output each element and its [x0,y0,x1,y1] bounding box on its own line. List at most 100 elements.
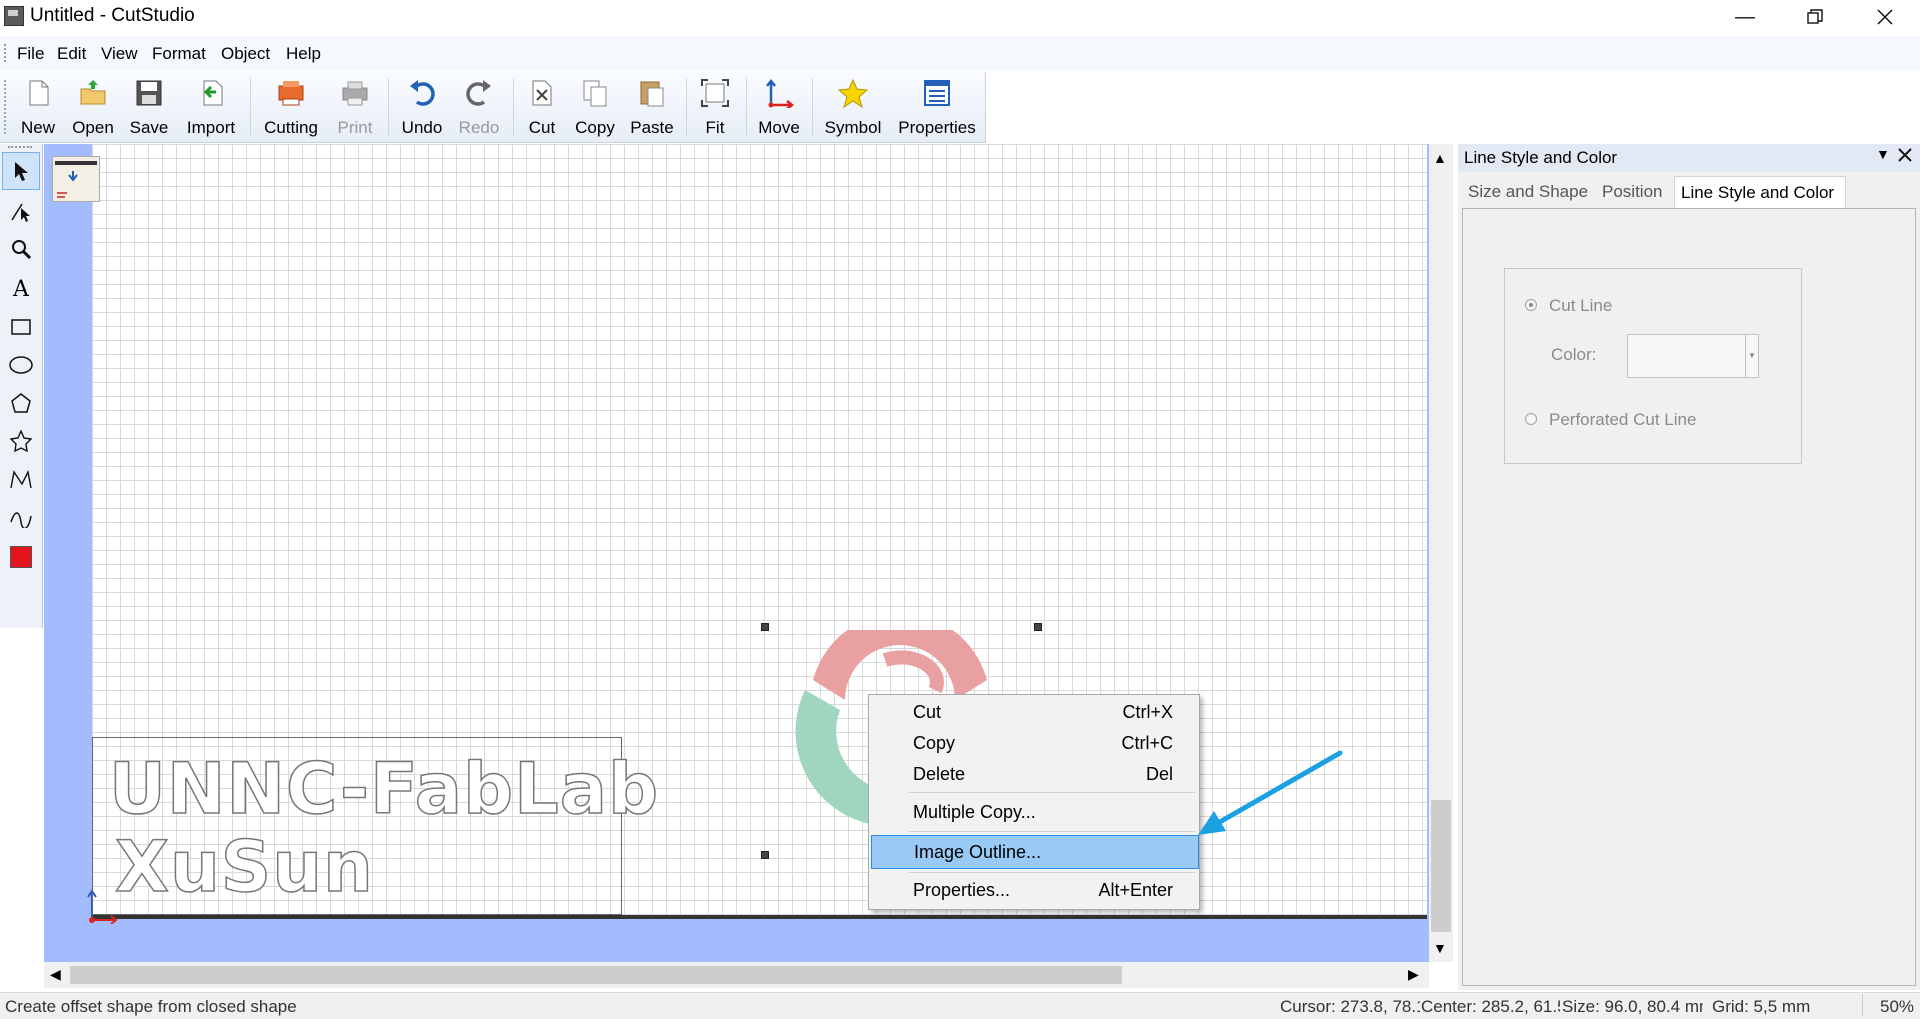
ctx-cut[interactable]: Cut Ctrl+X [869,697,1199,727]
toolbar-separator [250,78,251,136]
cutting-button[interactable]: Cutting [259,72,323,142]
outline-text-line-1: UNNC-FabLab [108,747,660,831]
ctx-separator [909,792,1195,793]
text-tool-icon[interactable]: A [2,270,40,308]
scroll-right-icon[interactable]: ▶ [1408,966,1419,983]
selection-handle[interactable] [761,851,769,859]
move-icon [764,78,795,110]
polygon-tool-icon[interactable] [2,384,40,422]
save-button[interactable]: Save [127,72,171,142]
status-cursor: Cursor: 273.8, 78.1 [1280,997,1420,1016]
color-label: Color: [1551,345,1597,364]
rectangle-tool-icon[interactable] [2,308,40,346]
status-message: Create offset shape from closed shape [5,997,297,1016]
cutting-icon [276,78,306,108]
vertical-scroll-thumb[interactable] [1431,800,1451,932]
menu-format[interactable]: Format [152,44,206,64]
ctx-image-outline[interactable]: Image Outline... [871,835,1199,869]
copy-button[interactable]: Copy [572,72,618,142]
cut-line-radio[interactable] [1525,299,1537,311]
properties-button[interactable]: Properties [895,72,979,142]
cutstudio-app-icon [4,6,24,26]
cut-line-label: Cut Line [1549,296,1613,315]
color-swatch-icon[interactable] [2,538,40,576]
horizontal-scroll-thumb[interactable] [70,966,1122,984]
restore-icon[interactable] [1780,0,1850,34]
annotation-arrow [1198,750,1343,835]
ctx-properties[interactable]: Properties... Alt+Enter [869,875,1199,905]
new-button[interactable]: New [16,72,60,142]
tool-palette: A [0,144,43,628]
cut-button[interactable]: Cut [520,72,564,142]
ctx-copy[interactable]: Copy Ctrl+C [869,728,1199,758]
status-center: Center: 285.2, 61.5 [1421,997,1560,1016]
curve-tool-icon[interactable] [2,498,40,536]
tab-position[interactable]: Position [1596,176,1674,208]
cutter-widget[interactable] [52,156,100,202]
ctx-multiple-copy[interactable]: Multiple Copy... [869,797,1199,827]
title-bar: Untitled - CutStudio — [0,0,1920,34]
toolbar: New Open Save Import Cutting Print Undo … [0,72,986,143]
scroll-down-icon[interactable]: ▼ [1433,940,1447,956]
color-dropdown-icon[interactable]: ▼ [1745,335,1758,377]
selection-handle[interactable] [1034,623,1042,631]
redo-button[interactable]: Redo [455,72,503,142]
color-select[interactable]: ▼ [1627,334,1759,378]
print-button[interactable]: Print [333,72,377,142]
properties-icon [922,78,952,108]
status-zoom: 50% [1880,997,1915,1016]
toolbar-separator [686,78,687,136]
tab-size-and-shape[interactable]: Size and Shape [1462,176,1596,208]
scroll-left-icon[interactable]: ◀ [50,966,61,983]
menu-grip [4,44,8,62]
toolbar-separator [812,78,813,136]
import-icon [196,78,226,108]
toolbar-grip [4,80,8,134]
scroll-up-icon[interactable]: ▲ [1433,150,1447,166]
paste-button[interactable]: Paste [627,72,677,142]
polyline-tool-icon[interactable] [2,460,40,498]
cut-icon [527,78,557,108]
fit-button[interactable]: Fit [693,72,737,142]
import-button[interactable]: Import [183,72,239,142]
menu-file[interactable]: File [17,44,44,64]
save-icon [134,78,164,108]
outline-text-line-2: XuSun [114,825,374,909]
selection-handle[interactable] [761,623,769,631]
menu-object[interactable]: Object [221,44,270,64]
perforated-cut-line-label: Perforated Cut Line [1549,410,1697,429]
ctx-delete[interactable]: Delete Del [869,759,1199,789]
tab-line-style-and-color[interactable]: Line Style and Color [1674,176,1846,208]
minimize-icon[interactable]: — [1710,0,1780,34]
open-folder-icon [78,78,108,108]
canvas-margin [44,144,92,962]
move-button[interactable]: Move [755,72,803,142]
symbol-button[interactable]: Symbol [820,72,886,142]
perforated-cut-line-radio[interactable] [1525,413,1537,425]
context-menu: Cut Ctrl+X Copy Ctrl+C Delete Del Multip… [868,694,1200,910]
ctx-separator [909,831,1195,832]
star-tool-icon[interactable] [2,422,40,460]
toolbar-separator [388,78,389,136]
undo-button[interactable]: Undo [397,72,447,142]
panel-dropdown-icon[interactable]: ▼ [1876,146,1890,162]
fit-icon [700,78,730,108]
open-button[interactable]: Open [68,72,118,142]
new-document-icon [23,78,53,108]
ellipse-tool-icon[interactable] [2,346,40,384]
panel-close-icon[interactable] [1896,144,1914,169]
menu-help[interactable]: Help [286,44,321,64]
zoom-icon[interactable] [2,230,40,268]
node-edit-icon[interactable] [2,192,40,230]
text-object[interactable]: UNNC-FabLab XuSun [92,737,659,915]
print-icon [340,78,370,108]
status-separator [1862,994,1863,1016]
close-icon[interactable] [1850,0,1920,34]
panel-title: Line Style and Color [1464,148,1618,167]
menu-view[interactable]: View [101,44,138,64]
window-title: Untitled - CutStudio [30,5,195,26]
toolbar-separator [513,78,514,136]
status-size: Size: 96.0, 80.4 mm [1562,997,1703,1016]
menu-edit[interactable]: Edit [57,44,86,64]
select-arrow-icon[interactable] [2,152,40,190]
